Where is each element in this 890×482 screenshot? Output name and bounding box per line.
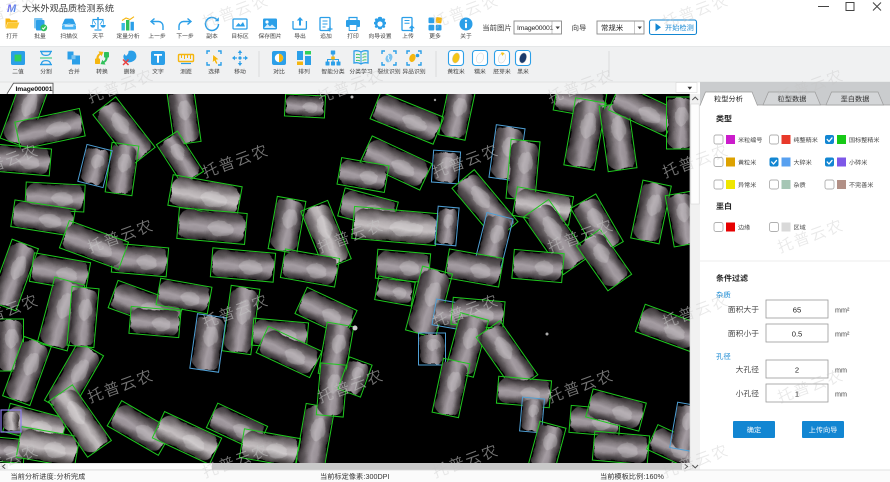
svg-text:Image00001: Image00001 xyxy=(517,25,554,32)
svg-text:mm²: mm² xyxy=(835,329,850,338)
svg-text::160%: :160% xyxy=(644,472,665,481)
svg-text:Image00001: Image00001 xyxy=(16,86,53,93)
svg-text:65: 65 xyxy=(793,305,801,314)
svg-text:mm²: mm² xyxy=(835,305,850,314)
svg-text:2: 2 xyxy=(795,365,799,374)
svg-text::300DPI: :300DPI xyxy=(364,472,390,481)
svg-text:0.5: 0.5 xyxy=(792,329,803,338)
svg-text:mm: mm xyxy=(835,389,847,398)
svg-text::: : xyxy=(54,472,56,481)
svg-text:mm: mm xyxy=(835,365,847,374)
